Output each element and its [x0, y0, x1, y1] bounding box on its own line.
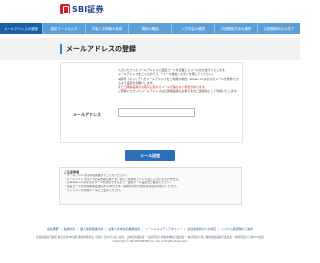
notes-box: ご注意事項 ・メールアドレスは半角英数字でご入力ください。 ・メールアドレスは１…: [59, 167, 242, 205]
title-accent-bar: [60, 44, 62, 54]
step-label: 規約の確認: [141, 27, 159, 31]
step-account-method: 口座開設方法の選択: [215, 23, 258, 34]
step-email-registration: メールアドレスの登録: [0, 23, 43, 34]
brand-name: SBI証券: [72, 4, 104, 14]
step-label: 口座開設申込の完了: [263, 27, 295, 31]
step-terms: 規約の確認: [129, 23, 172, 34]
email-input[interactable]: [118, 108, 195, 117]
site-header: SBI証券: [0, 0, 300, 18]
footer-link-antisocial[interactable]: 反社会的勢力への対応: [187, 227, 216, 233]
step-confirm-input: 入力内容の確認: [172, 23, 215, 34]
email-label: メールアドレス: [73, 112, 101, 117]
step-auth-code: 認証コードの入力: [43, 23, 86, 34]
note-line: ・フィッシング詐欺メールにご注意ください。: [64, 188, 123, 192]
footer-separator: |: [142, 227, 144, 231]
step-label: お客さま情報の登録: [91, 27, 123, 31]
footer-link-solicitation[interactable]: 勧誘方針: [64, 227, 76, 233]
footer-link-social-media[interactable]: ソーシャルメディアポリシー: [145, 227, 182, 233]
footer-link-system-failure[interactable]: システム障害時のご案内: [221, 227, 253, 233]
footer-text: 金融商品取引業者 株式会社SBI証券 関東財務局長（金商）第44号 加入協会：日…: [30, 236, 270, 243]
brand-logo-icon: [60, 4, 70, 14]
footer-separator: |: [184, 227, 186, 231]
step-label: メールアドレスの登録: [4, 27, 38, 31]
form-description: 入力いただいたメールアドレスに認証コードを記載したメールをお送りいたします。 メ…: [118, 68, 240, 94]
footer-copyright: Copyright © SBI SECURITIES Co.,Ltd. All …: [112, 239, 188, 243]
footer-separator: |: [218, 227, 220, 231]
step-label: 入力内容の確認: [181, 27, 205, 31]
footer-link-privacy[interactable]: 個人情報保護方針: [80, 227, 103, 233]
step-complete: 口座開設申込の完了: [258, 23, 300, 34]
footer-link-customer-first[interactable]: お客さま本位の業務運営: [108, 227, 140, 233]
email-form: メールアドレス 入力いただいたメールアドレスに認証コードを記載したメールをお送り…: [60, 62, 243, 143]
footer-links: 会社概要 | 勧誘方針 | 個人情報保護方針 | お客さま本位の業務運営 | ソーシャル…: [0, 227, 300, 233]
send-email-button[interactable]: メール送信: [125, 150, 175, 161]
brand-logo[interactable]: SBI証券: [60, 4, 104, 14]
step-label: 口座開設方法の選択: [220, 27, 252, 31]
step-customer-info: お客さま情報の登録: [86, 23, 129, 34]
page-title: メールアドレスの登録: [66, 45, 136, 53]
form-label-column: メールアドレス: [61, 63, 119, 142]
footer-separator: |: [77, 227, 79, 231]
form-desc-line: ※携帯（キャリア）のメールアドレスをご利用の場合、sbisec.co.jpからの…: [118, 76, 239, 85]
footer-separator: |: [105, 227, 107, 231]
form-desc-line: ご登録いただいたメールアドレスは口座開設後もお客さまのご連絡先として利用いたしま…: [118, 89, 240, 94]
footer-link-company[interactable]: 会社概要: [47, 227, 59, 233]
progress-steps: メールアドレスの登録 認証コードの入力 お客さま情報の登録 規約の確認 入力内容…: [0, 23, 300, 34]
footer-separator: |: [60, 227, 62, 231]
step-label: 認証コードの入力: [50, 27, 78, 31]
page-title-area: メールアドレスの登録: [0, 38, 300, 60]
